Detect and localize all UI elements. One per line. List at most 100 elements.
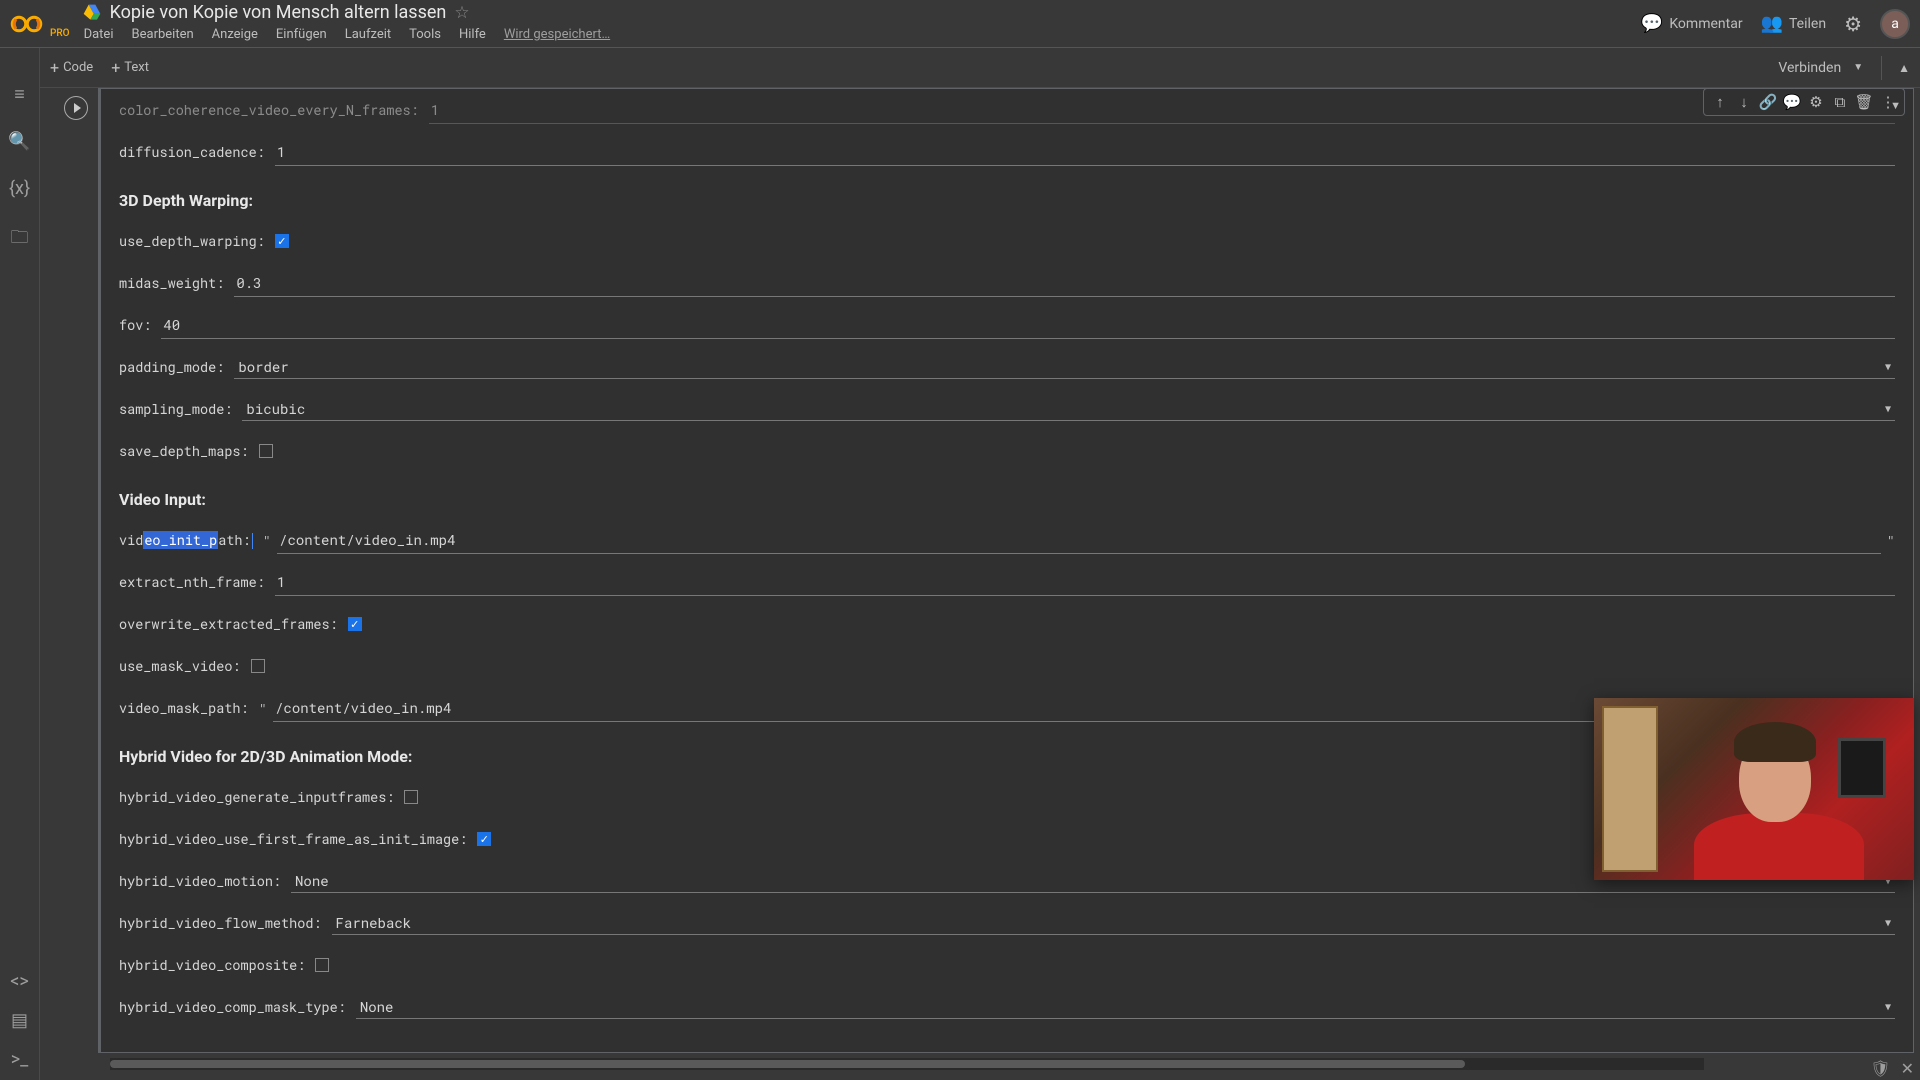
overwrite-extracted-frames-label: overwrite_extracted_frames: — [119, 615, 338, 633]
toc-icon[interactable]: ≡ — [14, 84, 25, 105]
sampling-mode-value: bicubic — [246, 399, 305, 418]
expand-triangle-icon[interactable]: ▼ — [1890, 99, 1901, 112]
save-status: Wird gespeichert… — [504, 27, 610, 42]
color-coherence-input[interactable] — [429, 96, 1895, 124]
hybrid-first-frame-label: hybrid_video_use_first_frame_as_init_ima… — [119, 830, 467, 848]
colab-logo — [10, 12, 46, 36]
add-code-button[interactable]: +Code — [50, 58, 93, 77]
scrollbar-thumb[interactable] — [110, 1060, 1465, 1068]
diffusion-cadence-input[interactable] — [275, 138, 1895, 166]
extract-nth-frame-label: extract_nth_frame: — [119, 573, 265, 591]
kommentar-button[interactable]: 💬 Kommentar — [1641, 13, 1743, 34]
teilen-button[interactable]: 👥 Teilen — [1761, 13, 1827, 34]
add-text-label: Text — [124, 60, 149, 75]
divider — [1881, 56, 1882, 80]
toolbar: +Code +Text Verbinden ▼ ▲ — [0, 48, 1920, 88]
diffusion-cadence-label: diffusion_cadence: — [119, 143, 265, 161]
menu-anzeige[interactable]: Anzeige — [212, 27, 258, 42]
drive-icon — [82, 3, 102, 23]
horizontal-scrollbar[interactable] — [110, 1058, 1704, 1070]
menu-bearbeiten[interactable]: Bearbeiten — [132, 27, 194, 42]
notebook: ↑ ↓ 🔗 💬 ⚙ ⧉ 🗑 ⋮ color_coherence_video_ev… — [54, 88, 1914, 1070]
save-depth-maps-label: save_depth_maps: — [119, 442, 249, 460]
extract-nth-frame-input[interactable] — [275, 568, 1895, 596]
padding-mode-select[interactable]: border ▼ — [234, 355, 1895, 379]
cell-gutter — [54, 88, 98, 1053]
code-cell: ↑ ↓ 🔗 💬 ⚙ ⧉ 🗑 ⋮ color_coherence_video_ev… — [54, 88, 1914, 1053]
terminal-icon[interactable]: >_ — [11, 1049, 29, 1070]
comment-icon: 💬 — [1641, 13, 1663, 34]
connect-label: Verbinden — [1778, 60, 1841, 76]
document-title[interactable]: Kopie von Kopie von Mensch altern lassen — [110, 2, 447, 23]
close-icon[interactable]: ✕ — [1901, 1059, 1914, 1078]
collapse-icon[interactable]: ▲ — [1888, 55, 1920, 81]
variables-icon[interactable]: {x} — [9, 178, 30, 199]
use-mask-video-checkbox[interactable] — [251, 659, 265, 673]
hybrid-mask-type-select[interactable]: None ▼ — [356, 995, 1895, 1019]
hybrid-flow-select[interactable]: Farneback ▼ — [332, 911, 1895, 935]
menu-hilfe[interactable]: Hilfe — [459, 27, 486, 42]
hybrid-first-frame-checkbox[interactable] — [477, 832, 491, 846]
chevron-down-icon: ▼ — [1885, 402, 1891, 415]
cell-body: ↑ ↓ 🔗 💬 ⚙ ⧉ 🗑 ⋮ color_coherence_video_ev… — [98, 88, 1914, 1053]
hybrid-generate-label: hybrid_video_generate_inputframes: — [119, 788, 394, 806]
chevron-down-icon: ▼ — [1885, 916, 1891, 929]
use-depth-warping-label: use_depth_warping: — [119, 232, 265, 250]
menu-laufzeit[interactable]: Laufzeit — [345, 27, 391, 42]
command-palette-icon[interactable]: ▤ — [11, 1010, 28, 1031]
main-area: ↑ ↓ 🔗 💬 ⚙ ⧉ 🗑 ⋮ color_coherence_video_ev… — [40, 88, 1920, 1080]
add-code-label: Code — [63, 60, 93, 75]
gear-icon[interactable]: ⚙ — [1844, 12, 1862, 36]
menu-datei[interactable]: Datei — [84, 27, 114, 42]
padding-mode-label: padding_mode: — [119, 358, 224, 376]
pro-badge: PRO — [50, 28, 70, 39]
overwrite-extracted-frames-checkbox[interactable] — [348, 617, 362, 631]
section-3d-depth: 3D Depth Warping: — [119, 191, 1895, 210]
hybrid-motion-value: None — [295, 871, 329, 890]
add-text-button[interactable]: +Text — [111, 58, 149, 77]
fov-input[interactable] — [161, 311, 1895, 339]
hybrid-flow-label: hybrid_video_flow_method: — [119, 914, 322, 932]
folder-icon[interactable]: 🗀 — [11, 225, 29, 255]
menu-einfuegen[interactable]: Einfügen — [276, 27, 327, 42]
hybrid-flow-value: Farneback — [336, 913, 412, 932]
hybrid-generate-checkbox[interactable] — [404, 790, 418, 804]
webcam-overlay — [1594, 698, 1914, 880]
teilen-label: Teilen — [1789, 16, 1826, 32]
sampling-mode-label: sampling_mode: — [119, 400, 232, 418]
video-mask-path-label: video_mask_path: — [119, 699, 249, 717]
use-mask-video-label: use_mask_video: — [119, 657, 241, 675]
menu-tools[interactable]: Tools — [409, 27, 441, 42]
hybrid-motion-label: hybrid_video_motion: — [119, 872, 281, 890]
avatar[interactable]: a — [1880, 9, 1910, 39]
chevron-down-icon: ▼ — [1853, 62, 1863, 73]
run-button[interactable] — [64, 96, 88, 120]
shield-icon[interactable]: 🛡 — [1870, 1059, 1890, 1078]
hybrid-mask-type-label: hybrid_video_comp_mask_type: — [119, 998, 346, 1016]
video-init-path-label: video_init_path: — [119, 531, 253, 549]
hybrid-composite-label: hybrid_video_composite: — [119, 956, 305, 974]
kommentar-label: Kommentar — [1669, 16, 1742, 32]
midas-weight-label: midas_weight: — [119, 274, 224, 292]
search-icon[interactable]: 🔍 — [8, 131, 30, 152]
midas-weight-input[interactable] — [234, 269, 1895, 297]
star-icon[interactable]: ☆ — [454, 3, 469, 23]
code-snippets-icon[interactable]: <> — [10, 971, 29, 992]
sampling-mode-select[interactable]: bicubic ▼ — [242, 397, 1895, 421]
menu-bar: Datei Bearbeiten Anzeige Einfügen Laufze… — [82, 24, 611, 46]
color-coherence-label: color_coherence_video_every_N_frames: — [119, 101, 419, 119]
header-bar: PRO Kopie von Kopie von Mensch altern la… — [0, 0, 1920, 48]
fov-label: fov: — [119, 316, 151, 334]
chevron-down-icon: ▼ — [1885, 360, 1891, 373]
share-icon: 👥 — [1761, 13, 1783, 34]
section-video-input: Video Input: — [119, 490, 1895, 509]
video-init-path-input[interactable] — [277, 526, 1881, 554]
bottom-right-icons: 🛡 ✕ — [1870, 1059, 1914, 1078]
left-rail: ≡ 🔍 {x} 🗀 <> ▤ >_ — [0, 48, 40, 1080]
hybrid-composite-checkbox[interactable] — [315, 958, 329, 972]
save-depth-maps-checkbox[interactable] — [259, 444, 273, 458]
use-depth-warping-checkbox[interactable] — [275, 234, 289, 248]
connect-button[interactable]: Verbinden ▼ — [1766, 56, 1875, 80]
padding-mode-value: border — [238, 357, 288, 376]
chevron-down-icon: ▼ — [1885, 1000, 1891, 1013]
